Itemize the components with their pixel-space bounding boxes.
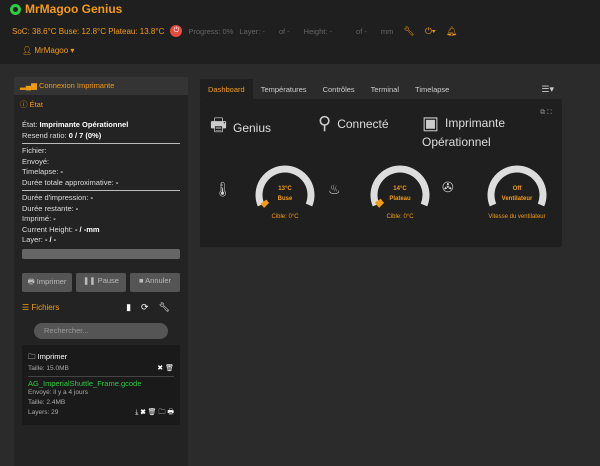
height-unit: mm xyxy=(380,26,394,36)
printer-icon: 🖶︎ xyxy=(210,115,227,135)
user-menu[interactable]: 👤︎ MrMagoo ▾ xyxy=(22,46,74,55)
print-icon[interactable]: 🖶︎ xyxy=(167,409,174,416)
move-icon[interactable]: ✖ xyxy=(157,365,163,372)
thermometer-icon: 🌡︎ xyxy=(214,181,232,197)
tab-terminal[interactable]: Terminal xyxy=(363,79,407,99)
tab-temperatures[interactable]: Températures xyxy=(253,79,315,99)
state-value: Imprimante Opérationnel xyxy=(39,120,129,129)
print-progress-bar xyxy=(22,248,180,259)
folder-icon: 🗀︎ xyxy=(28,351,36,361)
gauge-svg xyxy=(370,165,430,208)
print-button[interactable]: 🖶︎ Imprimer xyxy=(22,272,72,292)
files-header: ☰ Fichiers ▮⟳🔧︎ xyxy=(14,298,188,317)
trash-icon[interactable]: 🗑︎ xyxy=(148,409,157,416)
bell-icon[interactable]: 🔔︎ xyxy=(446,26,457,37)
download-icon[interactable]: ⤓ xyxy=(135,409,138,416)
printer-name: 🖶︎ Genius xyxy=(210,113,271,143)
gauge-ventilateur: Off Ventilateur Vitesse du ventilateur xyxy=(480,159,554,220)
gauge-buse: 13°C Buse Cible: 0°C xyxy=(253,159,317,220)
printer-3d-icon: ▣ xyxy=(422,113,440,133)
user-icon: 👤︎ xyxy=(22,46,33,55)
info-icon: ⓘ xyxy=(20,100,28,109)
usb-icon: ⚲ xyxy=(318,113,332,133)
brand-title: MrMagoo Genius xyxy=(25,2,123,16)
file-info: Fichier: Envoyé: Timelapse: - Durée tota… xyxy=(22,146,119,187)
logo-icon xyxy=(10,3,21,15)
status-row: SoC: 38.6°C Buse: 12.8°C Plateau: 13.8°C… xyxy=(12,25,457,37)
pause-icon: ❚❚ xyxy=(83,275,96,285)
navbar: MrMagoo Genius SoC: 38.6°C Buse: 12.8°C … xyxy=(0,0,600,64)
connection-status: ⚲ Connecté xyxy=(318,113,389,133)
tab-menu-icon[interactable]: ☰▾ xyxy=(541,84,562,95)
left-panel: ▂▄▆ Connexion Imprimante ⓘ État État: Im… xyxy=(14,77,188,466)
layer-of-text: of - xyxy=(278,26,290,36)
divider xyxy=(22,143,180,144)
file-list: 🗀︎ Imprimer Taille: 15.0MB ✖ 🗑︎ AG_Imper… xyxy=(22,344,180,425)
file-search-input[interactable]: Rechercher... xyxy=(34,322,168,339)
brand[interactable]: MrMagoo Genius xyxy=(10,2,122,16)
chevron-down-icon: ▾ xyxy=(70,46,75,55)
list-icon: ☰ xyxy=(22,302,30,312)
resend-value: 0 / 7 (0%) xyxy=(68,130,102,140)
etat-header[interactable]: ⓘ État xyxy=(14,95,188,114)
wrench-icon[interactable]: 🔧︎ xyxy=(159,302,180,312)
etat-title: État xyxy=(29,100,43,109)
list-item[interactable]: 🗀︎ Imprimer Taille: 15.0MB ✖ 🗑︎ xyxy=(28,349,174,377)
dashboard-panel: ⧉ ⛶ 🖶︎ Genius ⚲ Connecté ▣ Imprimante Opér… xyxy=(200,99,562,247)
state-info: État: Imprimante Opérationnel Resend rat… xyxy=(22,120,129,140)
tab-dashboard[interactable]: Dashboard xyxy=(200,79,253,99)
temperature-summary: SoC: 38.6°C Buse: 12.8°C Plateau: 13.8°C xyxy=(12,26,165,36)
fan-icon: ✇ xyxy=(442,179,454,195)
emergency-stop-icon[interactable]: ⏻ xyxy=(170,25,183,37)
job-buttons: 🖶︎ Imprimer ❚❚ Pause ■ Annuler xyxy=(14,267,188,298)
connexion-header[interactable]: ▂▄▆ Connexion Imprimante xyxy=(14,77,188,95)
fullscreen-icon[interactable]: ⧉ ⛶ xyxy=(540,109,552,117)
tab-bar: Dashboard Températures Contrôles Termina… xyxy=(200,79,562,99)
stop-icon: ■ xyxy=(138,275,144,285)
cancel-button[interactable]: ■ Annuler xyxy=(130,272,180,292)
pause-button[interactable]: ❚❚ Pause xyxy=(76,272,126,292)
files-title-group[interactable]: ☰ Fichiers xyxy=(22,303,59,312)
printer-state-detail: Opérationnel xyxy=(422,135,491,149)
tab-controls[interactable]: Contrôles xyxy=(315,79,363,99)
job-info: Durée d'impression: - Durée restante: - … xyxy=(22,193,100,244)
printer-state: ▣ Imprimante xyxy=(422,113,506,133)
wrench-icon[interactable]: 🔧︎ xyxy=(403,26,414,37)
divider xyxy=(22,190,180,191)
height-text: Height: - xyxy=(303,26,333,36)
power-menu-icon[interactable]: ⏻▾ xyxy=(425,26,436,37)
layer-text: Layer: - xyxy=(239,26,265,36)
refresh-icon[interactable]: ⟳ xyxy=(141,302,159,312)
gauge-plateau: 14°C Plateau Cible: 0°C xyxy=(368,159,432,220)
connexion-title: Connexion Imprimante xyxy=(38,81,115,90)
height-of-text: of - xyxy=(356,26,367,36)
gauge-svg xyxy=(487,165,547,207)
tab-timelapse[interactable]: Timelapse xyxy=(407,79,457,99)
user-name: MrMagoo xyxy=(34,46,69,55)
file-name: AG_ImperialShuttle_Frame.gcode xyxy=(28,378,142,388)
heatbed-icon: ♨ xyxy=(328,181,341,197)
folder-icon[interactable]: 🗀︎ xyxy=(158,409,165,416)
sd-card-icon[interactable]: ▮ xyxy=(126,302,141,312)
trash-icon[interactable]: 🗑︎ xyxy=(165,365,174,372)
gauge-svg xyxy=(255,165,315,208)
print-icon: 🖶︎ xyxy=(27,276,35,286)
list-item[interactable]: AG_ImperialShuttle_Frame.gcode Envoyé: i… xyxy=(28,377,174,421)
move-icon[interactable]: ✖ xyxy=(140,409,145,416)
progress-text: Progress: 0% xyxy=(188,26,234,36)
signal-icon: ▂▄▆ xyxy=(20,81,37,90)
